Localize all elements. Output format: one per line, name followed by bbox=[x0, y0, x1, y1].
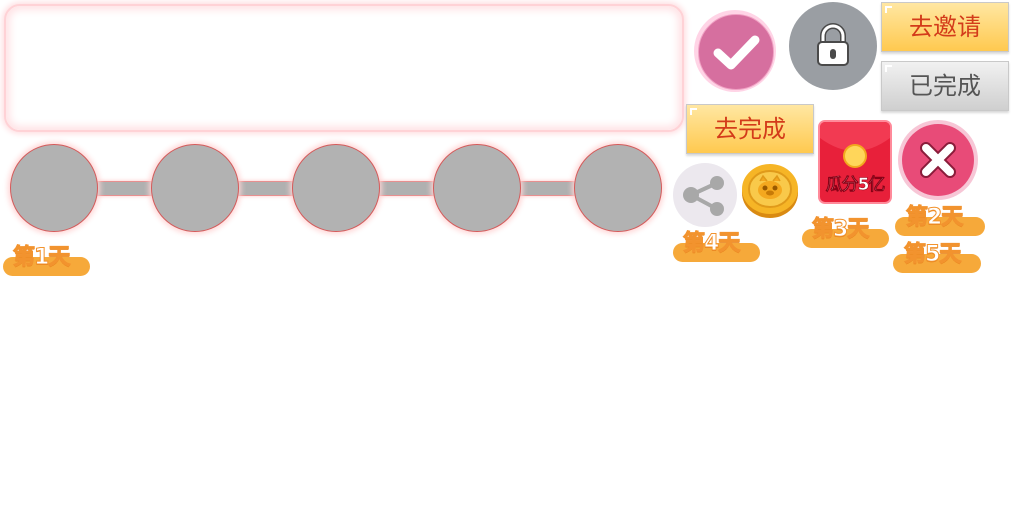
lock-icon bbox=[789, 2, 877, 90]
content-panel bbox=[4, 4, 684, 132]
progress-node-3 bbox=[292, 144, 380, 232]
progress-node-5 bbox=[574, 144, 662, 232]
completed-button[interactable]: 已完成 bbox=[881, 61, 1009, 111]
invite-button-label: 去邀请 bbox=[909, 13, 981, 41]
progress-node-4 bbox=[433, 144, 521, 232]
check-icon[interactable] bbox=[698, 14, 774, 90]
day-3-label: 第3天 bbox=[811, 217, 869, 242]
progress-node-1 bbox=[10, 144, 98, 232]
day-2-label: 第2天 bbox=[905, 205, 963, 230]
day-4-label: 第4天 bbox=[682, 231, 740, 256]
red-packet-icon[interactable]: 瓜分5亿 bbox=[818, 120, 892, 204]
coin-icon bbox=[740, 162, 800, 220]
share-icon[interactable] bbox=[673, 163, 737, 227]
go-complete-button-label: 去完成 bbox=[714, 115, 786, 143]
corner-mark bbox=[690, 108, 697, 115]
red-packet-label: 瓜分5亿 bbox=[825, 175, 885, 196]
close-icon[interactable] bbox=[902, 124, 974, 196]
go-complete-button[interactable]: 去完成 bbox=[686, 104, 814, 154]
corner-mark bbox=[885, 65, 892, 72]
day-1-label: 第1天 bbox=[12, 245, 70, 270]
invite-button[interactable]: 去邀请 bbox=[881, 2, 1009, 52]
day-5-label: 第5天 bbox=[903, 242, 961, 267]
corner-mark bbox=[885, 6, 892, 13]
completed-button-label: 已完成 bbox=[909, 72, 981, 100]
progress-node-2 bbox=[151, 144, 239, 232]
